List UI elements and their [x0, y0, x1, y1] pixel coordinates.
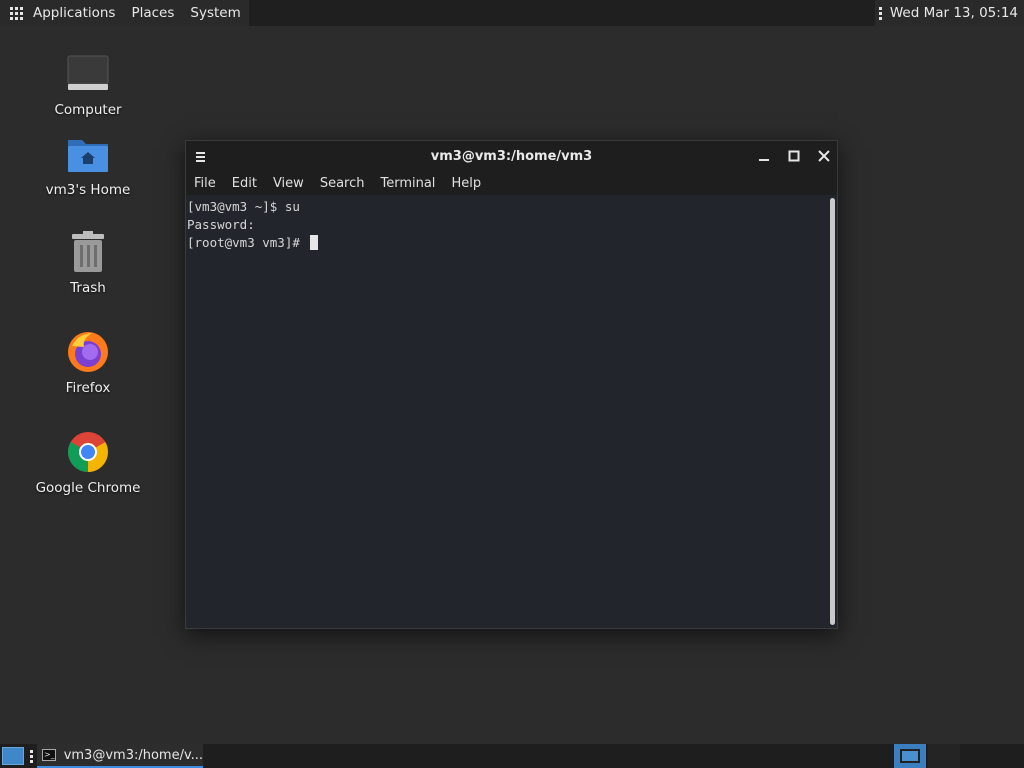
- desktop: Applications Places System Wed Mar 13, 0…: [0, 0, 1024, 768]
- desktop-icon-label: vm3's Home: [45, 182, 131, 198]
- terminal-output[interactable]: [vm3@vm3 ~]$ su Password: [root@vm3 vm3]…: [186, 195, 837, 628]
- workspace-window-icon: [900, 749, 920, 763]
- workspace-switcher-1[interactable]: [894, 744, 926, 768]
- trash-icon: [64, 228, 112, 276]
- maximize-icon: [788, 150, 800, 162]
- menu-terminal[interactable]: Terminal: [380, 176, 435, 191]
- home-folder-icon: [64, 130, 112, 178]
- menu-view[interactable]: View: [273, 176, 304, 191]
- app-grid-icon: [10, 6, 23, 20]
- applications-menu[interactable]: Applications: [0, 0, 124, 26]
- text-cursor: [310, 235, 319, 250]
- terminal-titlebar[interactable]: vm3@vm3:/home/vm3: [186, 141, 837, 171]
- desktop-icon-label: Google Chrome: [35, 480, 141, 496]
- terminal-window[interactable]: vm3@vm3:/home/vm3 File Edit View Search …: [185, 140, 838, 629]
- terminal-menubar: File Edit View Search Terminal Help: [186, 171, 837, 195]
- places-menu[interactable]: Places: [123, 0, 183, 26]
- window-title: vm3@vm3:/home/vm3: [430, 148, 593, 164]
- workspace-switcher-2[interactable]: [928, 744, 960, 768]
- terminal-scrollbar[interactable]: [830, 198, 835, 625]
- clock-area[interactable]: Wed Mar 13, 05:14: [874, 0, 1024, 26]
- show-desktop-button[interactable]: [2, 747, 24, 765]
- desktop-icon-label: Trash: [70, 280, 106, 296]
- close-icon: [818, 150, 830, 162]
- chrome-icon: [64, 428, 112, 476]
- desktop-icon-label: Firefox: [65, 380, 111, 396]
- desktop-icon-computer[interactable]: Computer: [18, 50, 158, 118]
- menu-edit[interactable]: Edit: [232, 176, 257, 191]
- desktop-icon-home[interactable]: vm3's Home: [18, 130, 158, 198]
- terminal-prompt: [root@vm3 vm3]#: [187, 235, 308, 250]
- panel-handle-icon: [878, 6, 882, 20]
- close-button[interactable]: [815, 147, 833, 165]
- applications-label: Applications: [33, 5, 116, 21]
- desktop-icon-trash[interactable]: Trash: [18, 228, 158, 296]
- system-menu[interactable]: System: [182, 0, 249, 26]
- terminal-line: Password:: [187, 217, 255, 232]
- terminal-icon: >_: [42, 749, 56, 761]
- clock: Wed Mar 13, 05:14: [889, 5, 1018, 21]
- taskbar-item-terminal[interactable]: >_ vm3@vm3:/home/v...: [37, 744, 203, 768]
- desktop-icon-label: Computer: [54, 102, 122, 118]
- minimize-button[interactable]: [755, 147, 773, 165]
- maximize-button[interactable]: [785, 147, 803, 165]
- desktop-icon-firefox[interactable]: Firefox: [18, 328, 158, 396]
- terminal-line: [vm3@vm3 ~]$ su: [187, 199, 300, 214]
- desktop-icon-chrome[interactable]: Google Chrome: [18, 428, 158, 496]
- panel-spacer: [249, 0, 875, 26]
- taskbar-handle-icon: [30, 749, 33, 763]
- menu-file[interactable]: File: [194, 176, 216, 191]
- taskbar-item-label: vm3@vm3:/home/v...: [63, 747, 204, 763]
- terminal-prompt-line: [root@vm3 vm3]#: [187, 234, 837, 252]
- menu-help[interactable]: Help: [451, 176, 481, 191]
- firefox-icon: [64, 328, 112, 376]
- minimize-icon: [759, 159, 769, 161]
- top-panel: Applications Places System Wed Mar 13, 0…: [0, 0, 1024, 26]
- bottom-taskbar: >_ vm3@vm3:/home/v...: [0, 744, 1024, 768]
- menu-search[interactable]: Search: [320, 176, 365, 191]
- computer-icon: [64, 50, 112, 98]
- hamburger-menu-icon[interactable]: [196, 152, 205, 164]
